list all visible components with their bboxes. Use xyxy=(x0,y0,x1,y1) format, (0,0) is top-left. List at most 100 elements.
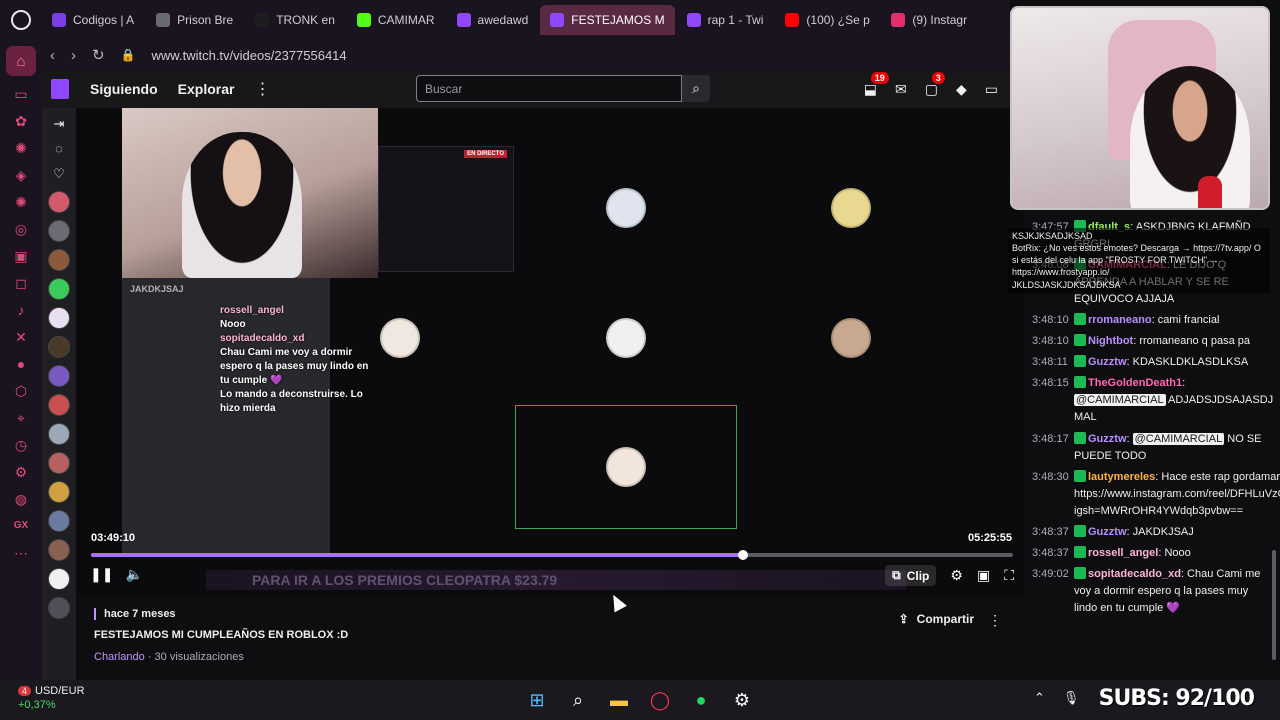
video-player[interactable]: EN DIRECTO JAKDKJSAJ rossell_angel Nooo … xyxy=(76,108,1024,596)
search-input[interactable]: Buscar xyxy=(416,75,682,102)
browser-tab[interactable]: TRONK en xyxy=(245,5,345,35)
record-icon[interactable]: ● xyxy=(12,355,30,373)
spotify-icon[interactable]: ● xyxy=(689,688,713,712)
more-options-icon[interactable]: ⋮ xyxy=(988,612,1002,629)
twitch-logo-icon[interactable] xyxy=(42,70,78,108)
fx-widget[interactable]: 4 USD/EUR +0,37% xyxy=(18,684,85,713)
channel-avatar[interactable] xyxy=(48,597,70,619)
back-icon[interactable]: ‹ xyxy=(50,47,55,64)
clip-button[interactable]: ⧉ Clip xyxy=(885,565,937,586)
mic-tray-icon[interactable]: 🎙 xyxy=(1063,690,1080,706)
settings-gear-icon[interactable]: ⚙ xyxy=(950,567,963,584)
reload-icon[interactable]: ↻ xyxy=(92,46,105,64)
browser-tab[interactable]: FESTEJAMOS M xyxy=(540,5,675,35)
browser-tab[interactable]: (100) ¿Se p xyxy=(775,5,879,35)
vpn-icon[interactable]: ⬡ xyxy=(12,382,30,400)
chat-username[interactable]: rossell_angel xyxy=(1088,547,1158,559)
history-icon[interactable]: ◷ xyxy=(12,436,30,454)
prime-loot-icon[interactable]: ⬓ 19 xyxy=(864,71,889,98)
theatre-mode-icon[interactable]: ▣ xyxy=(977,567,990,584)
channel-avatar[interactable] xyxy=(48,220,70,242)
inbox-icon[interactable]: ✉ xyxy=(895,81,907,98)
participant-avatar xyxy=(606,188,646,228)
search-icon[interactable]: ⌕ xyxy=(682,75,710,102)
search-taskbar-icon[interactable]: ⌕ xyxy=(566,688,590,712)
heart-icon[interactable]: ♡ xyxy=(53,166,65,184)
twitch-sidebar-icon[interactable]: ▭ xyxy=(12,85,30,103)
whispers-icon[interactable]: ▢ 3 xyxy=(925,71,945,98)
following-link[interactable]: Siguiendo xyxy=(90,81,158,97)
more-icon[interactable]: ⋯ xyxy=(12,544,30,562)
share-button[interactable]: ⇪ Compartir xyxy=(899,612,974,626)
openai-icon[interactable]: ✺ xyxy=(12,193,30,211)
chat-username[interactable]: Nightbot xyxy=(1088,335,1133,347)
x-icon[interactable]: ✕ xyxy=(12,328,30,346)
chatgpt-icon[interactable]: ✺ xyxy=(12,139,30,157)
chat-username[interactable]: Guzztw xyxy=(1088,356,1127,368)
tray-expand-icon[interactable]: ⌃ xyxy=(1034,690,1045,706)
channel-avatar[interactable] xyxy=(48,191,70,213)
volume-icon[interactable]: 🔈 xyxy=(125,566,142,583)
collapse-sidebar-icon[interactable]: ⇥ xyxy=(54,116,65,134)
tiktok-icon[interactable]: ♪ xyxy=(12,301,30,319)
aria-icon[interactable]: ✿ xyxy=(12,112,30,130)
channel-avatar[interactable] xyxy=(48,394,70,416)
channel-avatar[interactable] xyxy=(48,423,70,445)
instagram-icon[interactable]: ◻ xyxy=(12,274,30,292)
fullscreen-icon[interactable]: ⛶ xyxy=(1004,567,1014,584)
opera-menu-icon[interactable] xyxy=(0,0,42,40)
tab-label: CAMIMAR xyxy=(377,13,435,27)
channel-avatar[interactable] xyxy=(48,307,70,329)
chat-username[interactable]: Guzztw xyxy=(1088,433,1127,445)
home-icon[interactable]: ⌂ xyxy=(6,46,36,76)
seek-bar[interactable] xyxy=(91,550,1013,560)
more-menu-icon[interactable]: ⋮ xyxy=(254,79,270,99)
chat-message: 3:48:10 Nightbot: rromaneano q pasa pa xyxy=(1024,332,1280,353)
channel-avatar[interactable] xyxy=(48,336,70,358)
channel-avatar[interactable] xyxy=(48,539,70,561)
wallet-icon[interactable]: ◍ xyxy=(12,490,30,508)
channel-avatar[interactable] xyxy=(48,568,70,590)
chat-badge-icon xyxy=(1074,355,1086,368)
fx-pair: USD/EUR xyxy=(35,685,85,697)
pause-icon[interactable]: ❚❚ xyxy=(90,566,113,583)
chat-mention[interactable]: @CAMIMARCIAL xyxy=(1074,394,1166,407)
browser-tab[interactable]: Prison Bre xyxy=(146,5,243,35)
chat-username[interactable]: sopitadecaldo_xd xyxy=(1088,568,1181,580)
channel-avatar[interactable] xyxy=(48,452,70,474)
chat-username[interactable]: TheGoldenDeath1 xyxy=(1088,377,1182,389)
channel-avatar[interactable] xyxy=(48,249,70,271)
bits-icon[interactable]: ◆ xyxy=(956,81,967,98)
seek-bar-handle[interactable] xyxy=(737,550,748,560)
explore-link[interactable]: Explorar xyxy=(178,81,235,97)
gx-icon[interactable]: GX xyxy=(12,517,30,535)
extension-icon[interactable]: ◈ xyxy=(12,166,30,184)
whatsapp-icon[interactable]: ◎ xyxy=(12,220,30,238)
get-ad-free-icon[interactable]: ▭ xyxy=(985,81,998,98)
channel-avatar[interactable] xyxy=(48,365,70,387)
forward-icon[interactable]: › xyxy=(71,47,76,64)
browser-tab[interactable]: Codigos | A xyxy=(42,5,144,35)
windows-start-icon[interactable]: ⊞ xyxy=(525,688,549,712)
browser-tab[interactable]: rap 1 - Twi xyxy=(677,5,774,35)
pin-icon[interactable]: ⌖ xyxy=(12,409,30,427)
chat-username[interactable]: Guzztw xyxy=(1088,526,1127,538)
url-field[interactable]: www.twitch.tv/videos/2377556414 xyxy=(152,48,347,63)
channel-avatar[interactable] xyxy=(48,481,70,503)
channel-avatar[interactable] xyxy=(48,278,70,300)
chat-scrollbar[interactable] xyxy=(1272,550,1276,660)
browser-tab[interactable]: CAMIMAR xyxy=(347,5,445,35)
twitch-icon[interactable]: ▣ xyxy=(12,247,30,265)
file-explorer-icon[interactable]: ▬ xyxy=(607,688,631,712)
chat-username[interactable]: rromaneano xyxy=(1088,314,1152,326)
chat-username[interactable]: lautymereles xyxy=(1088,471,1155,483)
settings-icon[interactable]: ⚙ xyxy=(12,463,30,481)
chat-mention[interactable]: @CAMIMARCIAL xyxy=(1132,432,1225,445)
category-link[interactable]: Charlando xyxy=(94,651,145,663)
browser-tab[interactable]: awedawd xyxy=(447,5,539,35)
following-icon[interactable]: ◌ xyxy=(55,141,63,159)
browser-tab[interactable]: (9) Instagr xyxy=(881,5,977,35)
settings-taskbar-icon[interactable]: ⚙ xyxy=(730,688,754,712)
channel-avatar[interactable] xyxy=(48,510,70,532)
opera-taskbar-icon[interactable]: ◯ xyxy=(648,688,672,712)
